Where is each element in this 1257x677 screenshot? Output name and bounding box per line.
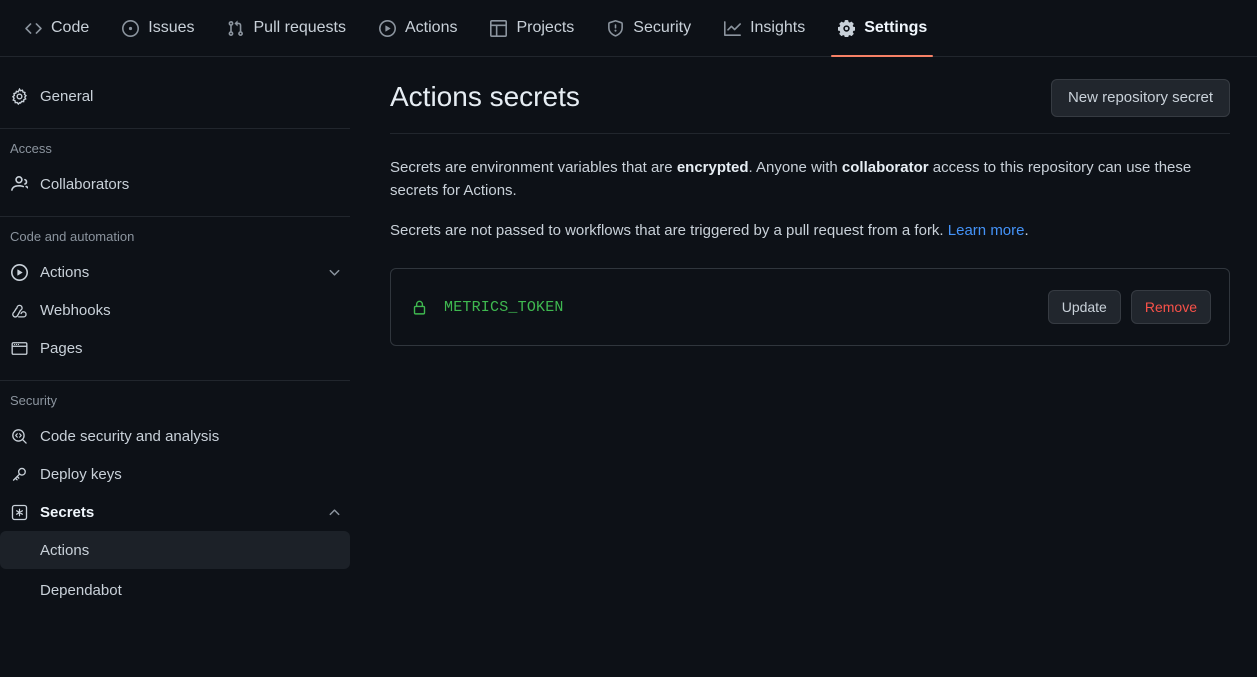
sidebar-divider (0, 380, 350, 381)
chevron-up-icon[interactable] (326, 504, 342, 520)
sidebar-subitem-dependabot[interactable]: Dependabot (0, 571, 350, 609)
chevron-down-icon[interactable] (326, 264, 342, 280)
key-icon (10, 465, 28, 483)
sidebar-item-webhooks[interactable]: Webhooks (0, 291, 350, 329)
sidebar-item-collaborators-label: Collaborators (40, 176, 342, 193)
nav-tab-security-label: Security (633, 19, 691, 37)
page-title: Actions secrets (390, 79, 580, 115)
shield-icon (606, 19, 624, 37)
sidebar-heading-code-and-automation: Code and automation (0, 227, 350, 247)
desc1-part1: Secrets are environment variables that a… (390, 159, 677, 176)
nav-tab-issues[interactable]: Issues (105, 0, 210, 57)
browser-icon (10, 339, 28, 357)
repo-nav: Code Issues Pull requests Actions Projec… (0, 0, 1257, 57)
sidebar-item-webhooks-label: Webhooks (40, 302, 342, 319)
sidebar-heading-security: Security (0, 391, 350, 411)
sidebar-item-pages-label: Pages (40, 340, 342, 357)
desc2-suffix: . (1025, 222, 1029, 239)
nav-tab-insights[interactable]: Insights (707, 0, 821, 57)
remove-secret-button[interactable]: Remove (1131, 290, 1211, 324)
sidebar-item-deploy-keys[interactable]: Deploy keys (0, 455, 350, 493)
sidebar-item-pages[interactable]: Pages (0, 329, 350, 367)
sidebar-subitem-actions-label: Actions (40, 542, 89, 559)
sidebar-subitem-actions[interactable]: Actions (0, 531, 350, 569)
gear-icon (837, 19, 855, 37)
sidebar-subitem-dependabot-label: Dependabot (40, 582, 122, 599)
desc1-bold-collaborator: collaborator (842, 159, 929, 176)
secrets-description-1: Secrets are environment variables that a… (390, 156, 1230, 202)
nav-tab-security[interactable]: Security (590, 0, 707, 57)
git-pull-request-icon (227, 19, 245, 37)
sidebar-item-collaborators[interactable]: Collaborators (0, 165, 350, 203)
nav-tab-code[interactable]: Code (8, 0, 105, 57)
learn-more-link[interactable]: Learn more (948, 222, 1025, 239)
nav-tab-settings-label: Settings (864, 19, 927, 37)
main-header: Actions secrets New repository secret (390, 79, 1230, 134)
nav-tab-code-label: Code (51, 19, 89, 37)
nav-tab-pull-requests-label: Pull requests (254, 19, 347, 37)
nav-tab-projects[interactable]: Projects (473, 0, 590, 57)
nav-tab-actions-label: Actions (405, 19, 457, 37)
sidebar-item-general-label: General (40, 88, 342, 105)
play-circle-icon (378, 19, 396, 37)
lock-icon (410, 298, 428, 316)
desc1-bold-encrypted: encrypted (677, 159, 749, 176)
webhook-icon (10, 301, 28, 319)
secret-row: METRICS_TOKEN Update Remove (390, 268, 1230, 346)
people-icon (10, 175, 28, 193)
sidebar-divider (0, 128, 350, 129)
codescan-icon (10, 427, 28, 445)
desc1-part2: . Anyone with (749, 159, 842, 176)
main-content: Actions secrets New repository secret Se… (362, 57, 1257, 677)
sidebar-divider (0, 216, 350, 217)
secret-row-actions: Update Remove (1048, 290, 1211, 324)
sidebar-item-code-security-and-analysis[interactable]: Code security and analysis (0, 417, 350, 455)
gear-icon (10, 87, 28, 105)
nav-tab-actions[interactable]: Actions (362, 0, 473, 57)
sidebar-item-general[interactable]: General (0, 77, 350, 115)
new-repository-secret-button[interactable]: New repository secret (1051, 79, 1230, 117)
graph-icon (723, 19, 741, 37)
secret-name: METRICS_TOKEN (444, 299, 1032, 316)
nav-tab-settings[interactable]: Settings (821, 0, 943, 57)
settings-sidebar: General Access Collaborators Code and au… (0, 57, 362, 677)
table-icon (489, 19, 507, 37)
sidebar-item-secrets[interactable]: Secrets (0, 493, 350, 531)
sidebar-item-actions[interactable]: Actions (0, 253, 350, 291)
sidebar-item-actions-label: Actions (40, 264, 314, 281)
nav-tab-pull-requests[interactable]: Pull requests (211, 0, 363, 57)
desc2-text: Secrets are not passed to workflows that… (390, 222, 948, 239)
code-icon (24, 19, 42, 37)
sidebar-heading-access: Access (0, 139, 350, 159)
secrets-description-2: Secrets are not passed to workflows that… (390, 219, 1230, 242)
nav-tab-projects-label: Projects (516, 19, 574, 37)
asterisk-box-icon (10, 503, 28, 521)
nav-tab-insights-label: Insights (750, 19, 805, 37)
play-circle-icon (10, 263, 28, 281)
nav-tab-issues-label: Issues (148, 19, 194, 37)
sidebar-item-deploy-keys-label: Deploy keys (40, 466, 342, 483)
update-secret-button[interactable]: Update (1048, 290, 1121, 324)
sidebar-item-secrets-label: Secrets (40, 504, 314, 521)
sidebar-item-code-security-label: Code security and analysis (40, 428, 342, 445)
issue-opened-icon (121, 19, 139, 37)
page-body: General Access Collaborators Code and au… (0, 57, 1257, 677)
